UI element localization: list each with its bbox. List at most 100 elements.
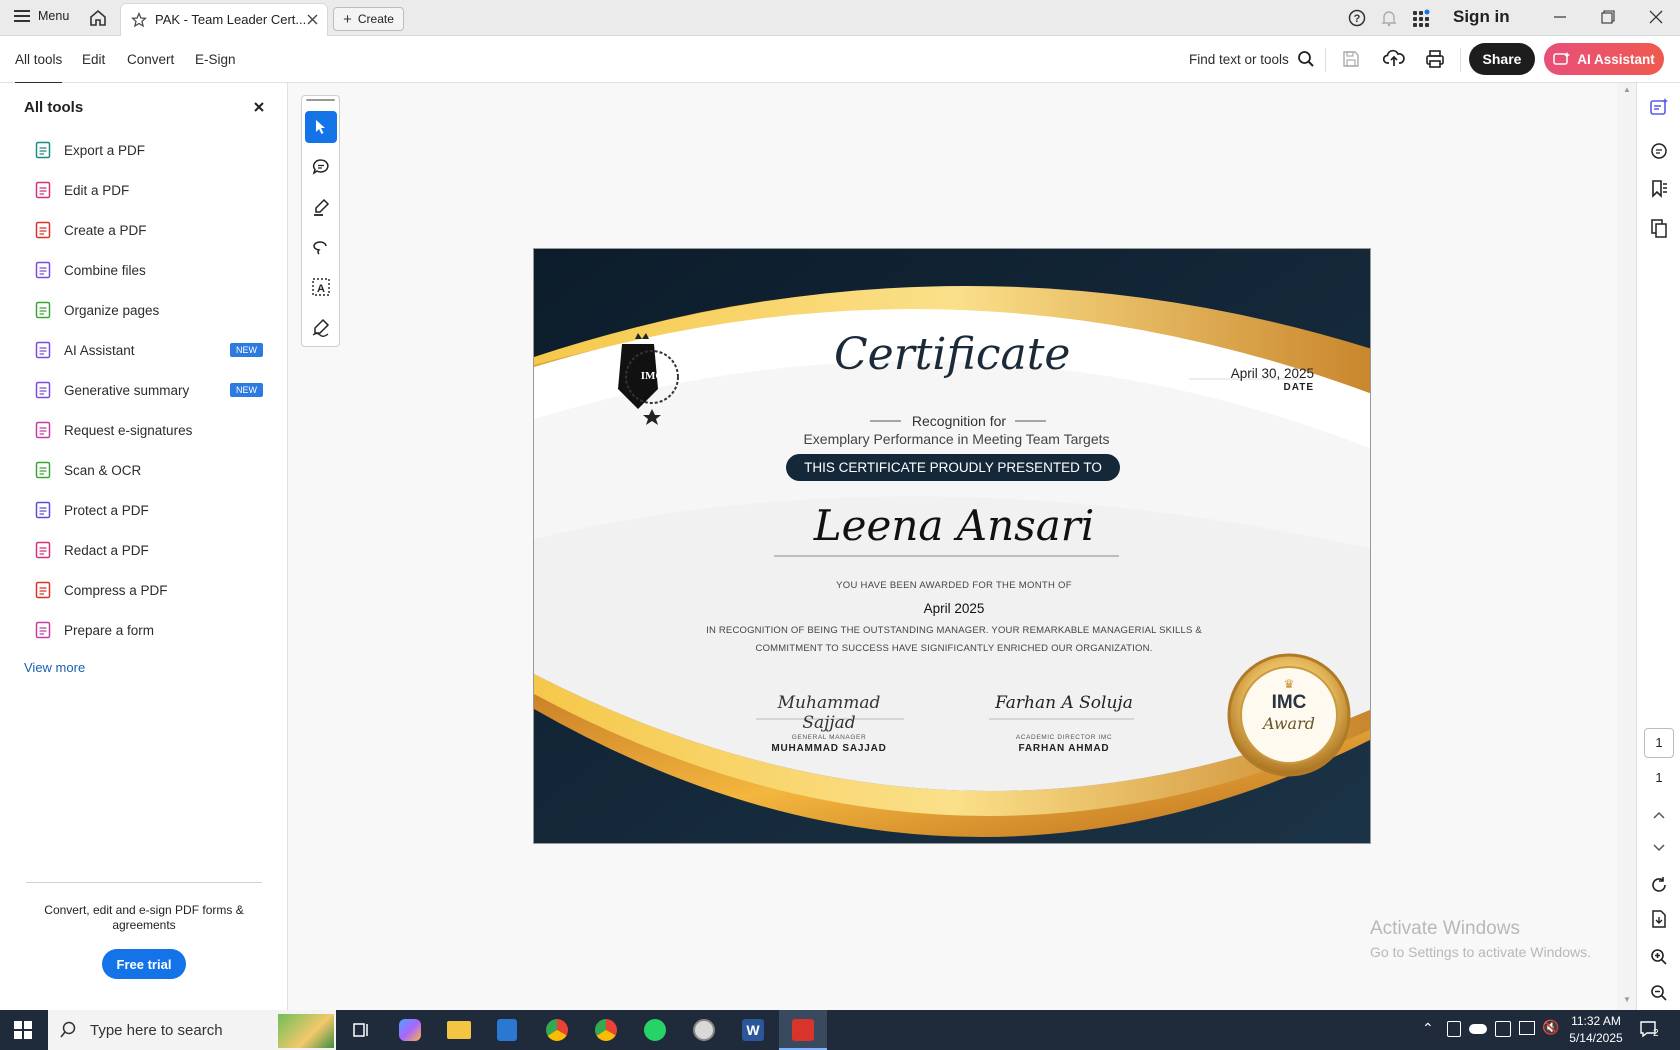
acrobat-icon — [792, 1019, 814, 1041]
drag-handle[interactable] — [306, 99, 335, 101]
close-window-button[interactable] — [1647, 8, 1665, 26]
edit-pdf-icon — [35, 181, 51, 199]
ai-chat-rail-button[interactable] — [1649, 97, 1669, 117]
sign-in-link[interactable]: Sign in — [1453, 7, 1510, 27]
whatsapp-icon[interactable] — [644, 1019, 666, 1041]
tool-item-organize-pages[interactable]: Organize pages — [34, 298, 159, 322]
date-label: DATE — [1283, 382, 1314, 393]
close-panel-button[interactable] — [252, 100, 266, 117]
taskbar-search-box[interactable]: Type here to search — [48, 1010, 336, 1050]
create-button[interactable]: + Create — [333, 7, 404, 31]
ai-assistant-button[interactable]: AI Assistant — [1544, 43, 1664, 75]
body-line-2: COMMITMENT TO SUCCESS HAVE SIGNIFICANTLY… — [755, 643, 1153, 654]
select-tool-button[interactable] — [305, 111, 337, 143]
upload-button[interactable] — [1382, 48, 1405, 71]
pages-rail-button[interactable] — [1649, 218, 1669, 238]
tool-item-generative-summary[interactable]: Generative summary — [34, 378, 189, 402]
show-hidden-icons-chevron-up-icon[interactable]: ⌃ — [1422, 1020, 1434, 1037]
text-recognition-button[interactable]: A — [305, 271, 337, 303]
page-settings-button[interactable] — [1649, 909, 1669, 929]
tool-item-protect-a-pdf[interactable]: Protect a PDF — [34, 498, 149, 522]
crest-label: IMC — [640, 370, 664, 382]
svg-text:?: ? — [1354, 13, 1361, 25]
tool-item-create-a-pdf[interactable]: Create a PDF — [34, 218, 147, 242]
start-button[interactable] — [14, 1021, 32, 1042]
tab-esign[interactable]: E-Sign — [195, 36, 236, 83]
clock-app-icon[interactable] — [693, 1019, 715, 1041]
onedrive-cloud-icon[interactable] — [1469, 1024, 1487, 1034]
home-icon — [90, 9, 106, 26]
word-icon[interactable]: W — [742, 1019, 764, 1041]
meet-now-icon[interactable] — [1447, 1021, 1461, 1037]
draw-tool-button[interactable] — [305, 231, 337, 263]
comment-tool-button[interactable] — [305, 151, 337, 183]
task-view-button[interactable] — [351, 1020, 371, 1043]
presented-to-banner: THIS CERTIFICATE PROUDLY PRESENTED TO — [786, 454, 1120, 481]
close-tab-icon[interactable] — [307, 14, 318, 25]
share-button[interactable]: Share — [1469, 43, 1535, 75]
next-page-button[interactable] — [1649, 838, 1669, 858]
zoom-in-button[interactable] — [1649, 947, 1669, 967]
find-text-or-tools[interactable]: Find text or tools — [1189, 50, 1315, 68]
tab-convert[interactable]: Convert — [127, 36, 174, 83]
tab-all-tools[interactable]: All tools — [15, 36, 63, 84]
tab-edit[interactable]: Edit — [82, 36, 105, 83]
star-icon[interactable] — [131, 12, 147, 28]
tool-item-redact-a-pdf[interactable]: Redact a PDF — [34, 538, 149, 562]
restore-button[interactable] — [1599, 8, 1617, 26]
view-more-link[interactable]: View more — [24, 660, 85, 675]
signature-1-role: GENERAL MANAGER — [791, 734, 867, 741]
chrome-profile-icon[interactable] — [595, 1019, 617, 1041]
chevron-up-icon — [1653, 811, 1665, 819]
cursor-icon — [316, 120, 325, 134]
notification-center-button[interactable]: 2 — [1639, 1020, 1665, 1042]
free-trial-button[interactable]: Free trial — [102, 949, 186, 979]
refresh-icon — [1652, 877, 1666, 892]
seal-text-1: IMC — [1271, 692, 1307, 713]
scroll-up-arrow[interactable]: ▲ — [1623, 85, 1631, 94]
current-page-box[interactable]: 1 — [1644, 728, 1674, 758]
acrobat-taskbar-button[interactable] — [779, 1010, 827, 1050]
file-explorer-icon[interactable] — [447, 1021, 471, 1039]
activate-windows-watermark: Activate Windows Go to Settings to activ… — [1370, 918, 1591, 960]
minimize-button[interactable] — [1551, 8, 1569, 26]
print-button[interactable] — [1425, 49, 1445, 72]
app-icon[interactable] — [497, 1019, 517, 1041]
notifications-button[interactable] — [1380, 9, 1398, 27]
chrome-icon[interactable] — [546, 1019, 568, 1041]
camera-icon[interactable] — [1495, 1021, 1511, 1037]
tool-item-request-e-signatures[interactable]: Request e-signatures — [34, 418, 192, 442]
apps-button[interactable] — [1412, 9, 1432, 27]
combine-files-icon — [35, 261, 51, 279]
network-icon[interactable] — [1519, 1021, 1535, 1035]
clock[interactable]: 11:32 AM 5/14/2025 — [1563, 1013, 1629, 1047]
help-button[interactable]: ? — [1348, 9, 1366, 27]
scroll-down-arrow[interactable]: ▼ — [1623, 995, 1631, 1004]
vertical-scrollbar[interactable]: ▲ ▼ — [1617, 83, 1636, 1010]
copilot-icon[interactable] — [399, 1019, 421, 1041]
home-button[interactable] — [88, 8, 108, 28]
rotate-button[interactable] — [1649, 875, 1669, 895]
tool-item-edit-a-pdf[interactable]: Edit a PDF — [34, 178, 129, 202]
request-esign-icon — [35, 421, 51, 439]
volume-muted-icon[interactable]: 🔇 — [1542, 1019, 1559, 1036]
tool-item-prepare-a-form[interactable]: Prepare a form — [34, 618, 154, 642]
search-placeholder: Type here to search — [90, 1021, 223, 1039]
tool-item-scan-ocr[interactable]: Scan & OCR — [34, 458, 141, 482]
bookmarks-rail-button[interactable] — [1649, 179, 1669, 199]
document-tab[interactable]: PAK - Team Leader Cert... — [120, 3, 328, 36]
sign-tool-button[interactable] — [305, 311, 337, 343]
tool-item-ai-assistant[interactable]: AI Assistant — [34, 338, 135, 362]
promo-text: Convert, edit and e-sign PDF forms & agr… — [44, 903, 244, 932]
menu-button[interactable]: Menu — [14, 9, 69, 23]
tool-label: Request e-signatures — [64, 422, 193, 438]
tool-item-export-a-pdf[interactable]: Export a PDF — [34, 138, 145, 162]
save-button[interactable] — [1342, 50, 1360, 71]
comments-rail-button[interactable] — [1649, 141, 1669, 161]
tool-item-compress-a-pdf[interactable]: Compress a PDF — [34, 578, 168, 602]
previous-page-button[interactable] — [1649, 805, 1669, 825]
highlight-tool-button[interactable] — [305, 191, 337, 223]
tool-item-combine-files[interactable]: Combine files — [34, 258, 146, 282]
windows-taskbar: Type here to search W ⌃ 🔇 11:32 AM 5/14/… — [0, 1010, 1680, 1050]
zoom-out-button[interactable] — [1649, 983, 1669, 1003]
